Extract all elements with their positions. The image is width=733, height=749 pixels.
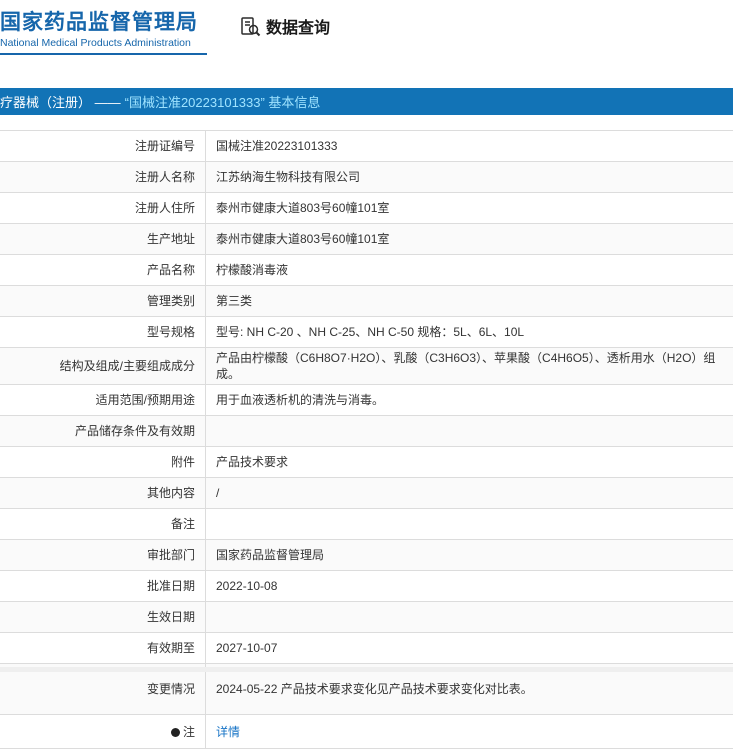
row-value: 国家药品监督管理局 [206,540,733,571]
row-label: 审批部门 [0,540,206,571]
row-label: 管理类别 [0,286,206,317]
row-value: 详情 [206,715,733,749]
table-row: 适用范围/预期用途用于血液透析机的清洗与消毒。 [0,385,733,416]
breadcrumb-banner: 疗器械（注册） —— “国械注准20223101333” 基本信息 [0,88,733,115]
row-value [206,416,733,447]
table-row: 生产地址泰州市健康大道803号60幢101室 [0,224,733,255]
table-row: 注册证编号国械注准20223101333 [0,131,733,162]
row-label: 适用范围/预期用途 [0,385,206,416]
row-label: 产品名称 [0,255,206,286]
info-table-body: 注册证编号国械注准20223101333注册人名称江苏纳海生物科技有限公司注册人… [0,131,733,749]
row-value: 2027-10-07 [206,633,733,664]
table-row: 批准日期2022-10-08 [0,571,733,602]
row-label: 有效期至 [0,633,206,664]
row-value: 柠檬酸消毒液 [206,255,733,286]
note-dot-icon [171,728,180,737]
row-value: 用于血液透析机的清洗与消毒。 [206,385,733,416]
row-label: 注 [0,715,206,749]
banner-prefix: 疗器械（注册） —— [0,92,121,111]
footer-strip [0,667,733,672]
table-row: 结构及组成/主要组成成分产品由柠檬酸（C6H8O7·H2O）、乳酸（C3H6O3… [0,348,733,385]
row-label: 附件 [0,447,206,478]
row-label: 注册人名称 [0,162,206,193]
table-row: 型号规格型号: NH C-20 、NH C-25、NH C-50 规格：5L、6… [0,317,733,348]
data-query-icon [240,16,261,37]
table-row: 审批部门国家药品监督管理局 [0,540,733,571]
table-row: 注详情 [0,715,733,749]
row-label: 注册证编号 [0,131,206,162]
table-row: 附件产品技术要求 [0,447,733,478]
row-label: 注册人住所 [0,193,206,224]
table-row: 注册人名称江苏纳海生物科技有限公司 [0,162,733,193]
site-header: 国家药品监督管理局 National Medical Products Admi… [0,0,733,88]
row-label: 生产地址 [0,224,206,255]
row-label: 产品储存条件及有效期 [0,416,206,447]
row-label: 生效日期 [0,602,206,633]
table-row: 备注 [0,509,733,540]
logo-underline [0,53,207,55]
detail-link[interactable]: 详情 [216,725,240,739]
table-row: 管理类别第三类 [0,286,733,317]
site-subtitle: National Medical Products Administration [0,37,207,49]
row-value: 2022-10-08 [206,571,733,602]
data-query-nav[interactable]: 数据查询 [240,14,330,38]
row-value: 产品技术要求 [206,447,733,478]
row-value [206,602,733,633]
row-value [206,509,733,540]
row-value: 泰州市健康大道803号60幢101室 [206,224,733,255]
table-row: 其他内容/ [0,478,733,509]
row-value: / [206,478,733,509]
table-row: 有效期至2027-10-07 [0,633,733,664]
info-table-wrap: 注册证编号国械注准20223101333注册人名称江苏纳海生物科技有限公司注册人… [0,130,733,749]
row-label: 备注 [0,509,206,540]
row-label: 结构及组成/主要组成成分 [0,348,206,385]
row-value: 第三类 [206,286,733,317]
data-query-label: 数据查询 [266,14,330,38]
table-row: 注册人住所泰州市健康大道803号60幢101室 [0,193,733,224]
row-value: 泰州市健康大道803号60幢101室 [206,193,733,224]
row-label: 型号规格 [0,317,206,348]
logo: 国家药品监督管理局 National Medical Products Admi… [0,10,207,55]
table-row: 产品名称柠檬酸消毒液 [0,255,733,286]
info-table: 注册证编号国械注准20223101333注册人名称江苏纳海生物科技有限公司注册人… [0,130,733,749]
table-row: 生效日期 [0,602,733,633]
row-value: 国械注准20223101333 [206,131,733,162]
row-label: 批准日期 [0,571,206,602]
table-row: 产品储存条件及有效期 [0,416,733,447]
banner-registration-number: “国械注准20223101333” 基本信息 [125,92,321,111]
row-value: 产品由柠檬酸（C6H8O7·H2O）、乳酸（C3H6O3）、苹果酸（C4H6O5… [206,348,733,385]
site-title: 国家药品监督管理局 [0,10,207,35]
row-label: 其他内容 [0,478,206,509]
row-value: 江苏纳海生物科技有限公司 [206,162,733,193]
row-value: 型号: NH C-20 、NH C-25、NH C-50 规格：5L、6L、10… [206,317,733,348]
